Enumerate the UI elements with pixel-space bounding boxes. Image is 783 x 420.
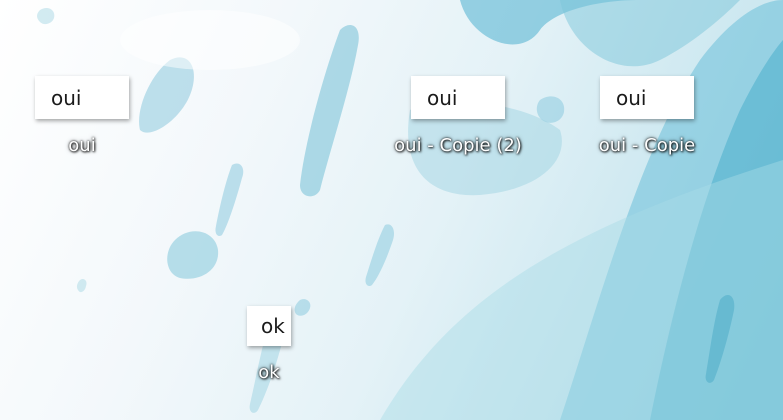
wallpaper-drip (215, 163, 244, 236)
file-thumbnail: oui (35, 76, 129, 119)
icon-label: ok (258, 362, 280, 383)
thumbnail-text: ok (261, 314, 285, 338)
desktop-icon-oui-copie-2[interactable]: oui oui - Copie (2) (382, 76, 534, 156)
wallpaper-glare (120, 10, 300, 70)
wallpaper-wave (380, 160, 783, 420)
icon-label: oui (68, 135, 96, 156)
file-thumbnail: ok (247, 306, 291, 346)
desktop-wallpaper (37, 0, 783, 420)
thumbnail-text: oui (427, 85, 458, 110)
thumbnail-text: oui (51, 85, 82, 110)
wallpaper-drip (167, 231, 219, 279)
wallpaper-drip (365, 224, 395, 287)
thumbnail-text: oui (616, 85, 647, 110)
icon-label: oui - Copie (2) (394, 135, 522, 156)
wallpaper-drip (294, 299, 311, 316)
desktop-icon-ok[interactable]: ok ok (247, 306, 291, 383)
desktop-icon-oui-copie[interactable]: oui oui - Copie (585, 76, 709, 156)
file-thumbnail: oui (411, 76, 505, 119)
file-thumbnail: oui (600, 76, 694, 119)
icon-label: oui - Copie (598, 135, 696, 156)
wallpaper-drip (37, 7, 55, 25)
desktop-icon-oui[interactable]: oui oui (35, 76, 129, 156)
wallpaper-drip (300, 25, 359, 197)
wallpaper-drip (76, 278, 87, 293)
